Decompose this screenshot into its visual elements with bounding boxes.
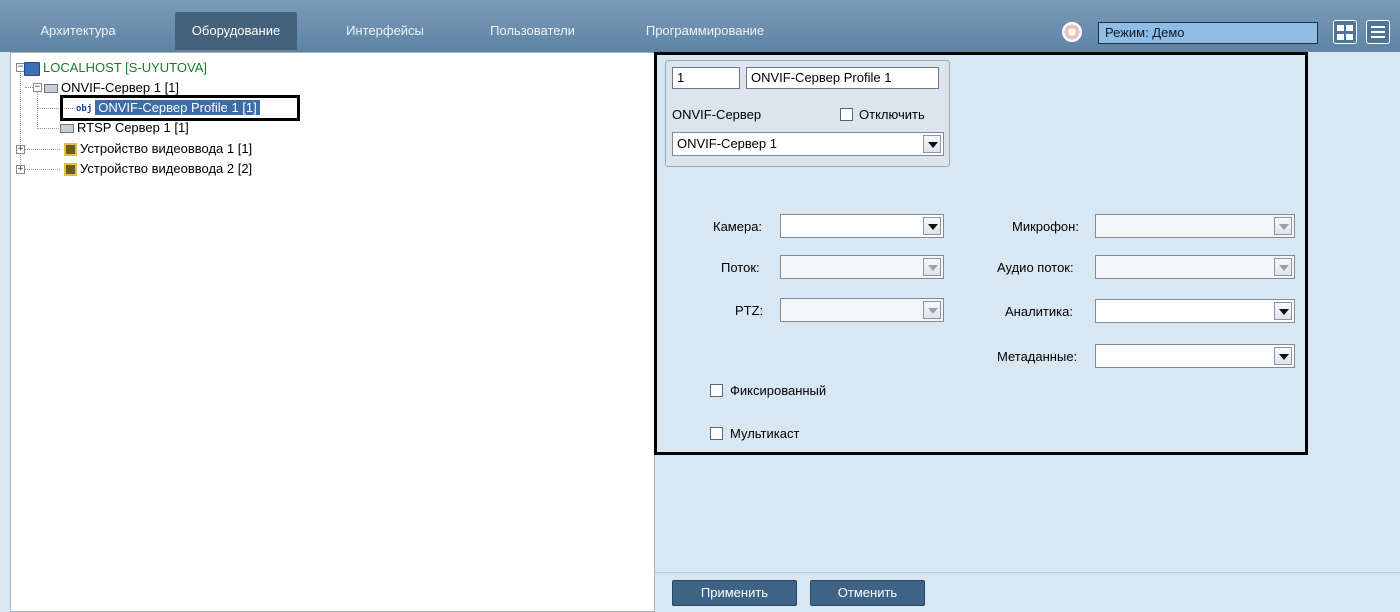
- tab-interfaces[interactable]: Интерфейсы: [325, 12, 445, 50]
- tree-node-video-device-1[interactable]: Устройство видеоввода 1 [1]: [64, 140, 252, 158]
- tab-equipment[interactable]: Оборудование: [175, 12, 297, 50]
- cancel-button[interactable]: Отменить: [810, 580, 925, 606]
- mode-indicator: Режим: Демо: [1098, 22, 1318, 44]
- server-icon: [60, 124, 74, 134]
- tree-connector: [37, 89, 38, 129]
- computer-icon: [24, 61, 40, 76]
- tree-connector: [25, 149, 60, 150]
- tree-connector: [20, 70, 21, 172]
- tree-node-rtsp-server[interactable]: RTSP Сервер 1 [1]: [60, 119, 189, 137]
- top-nav-bar: Архитектура Оборудование Интерфейсы Поль…: [0, 0, 1400, 52]
- mode-settings-icon[interactable]: [1062, 22, 1082, 42]
- apply-button[interactable]: Применить: [672, 580, 797, 606]
- tab-programming[interactable]: Программирование: [620, 12, 790, 50]
- layout-grid-icon[interactable]: [1333, 20, 1357, 44]
- collapse-toggle-icon[interactable]: −: [33, 83, 42, 92]
- tab-users[interactable]: Пользователи: [470, 12, 595, 50]
- tree-node-video-device-2[interactable]: Устройство видеоввода 2 [2]: [64, 160, 252, 178]
- expand-toggle-icon[interactable]: +: [16, 165, 25, 174]
- video-device-icon: [64, 143, 77, 157]
- video-device-icon: [64, 163, 77, 177]
- highlight-frame-tree: [60, 95, 300, 121]
- list-menu-icon[interactable]: [1366, 20, 1390, 44]
- tree-connector: [25, 169, 60, 170]
- tree-node-root[interactable]: LOCALHOST [S-UYUTOVA]: [24, 59, 207, 77]
- tree-connector: [37, 128, 59, 129]
- server-icon: [44, 84, 58, 94]
- expand-toggle-icon[interactable]: +: [16, 145, 25, 154]
- highlight-frame-settings: [654, 52, 1308, 455]
- tab-architecture[interactable]: Архитектура: [18, 12, 138, 50]
